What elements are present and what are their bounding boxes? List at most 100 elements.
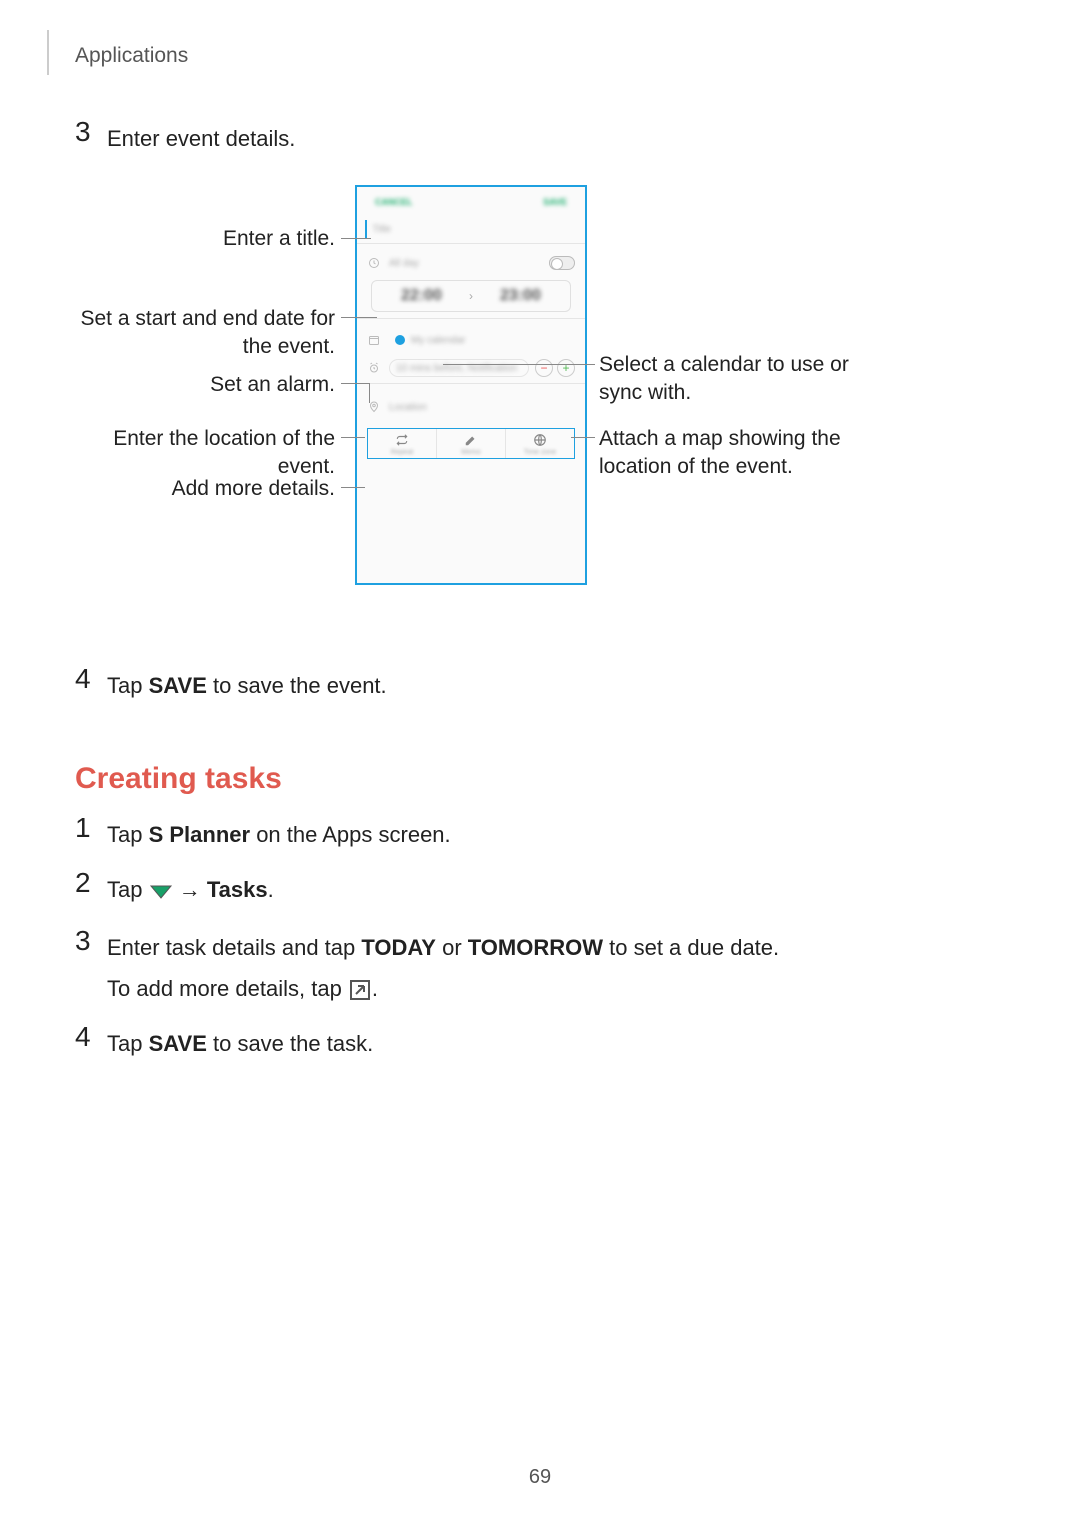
separator [357,243,585,244]
dropdown-triangle-icon [149,876,173,909]
title-placeholder: Title [373,224,392,235]
text: Tap [107,673,149,698]
leader-line [369,383,370,403]
repeat-icon [394,433,410,447]
calendar-name: My calendar [411,335,465,346]
time-range-row[interactable]: 22:00 › 23:00 [371,280,571,312]
calendar-row[interactable]: My calendar [357,327,585,353]
step-text: Enter event details. [107,118,295,155]
step-text: Enter task details and tap TODAY or TOMO… [107,927,779,964]
leader-line [341,238,371,239]
tasks-step-4: 4 Tap SAVE to save the task. [75,1023,1005,1060]
step-number: 3 [75,118,107,146]
text: . [268,877,274,902]
location-placeholder: Location [389,402,427,413]
callout-calendar: Select a calendar to use or sync with. [599,351,879,408]
tomorrow-bold: TOMORROW [468,935,603,960]
separator [357,318,585,319]
title-input-row[interactable]: Title [365,215,577,243]
add-alarm-button[interactable]: + [557,359,575,377]
step-text: Tap SAVE to save the event. [107,665,387,702]
leader-line [571,437,595,438]
callout-title: Enter a title. [75,225,335,253]
repeat-label: Repeat [391,447,414,456]
callout-location: Enter the location of the event. [75,425,335,482]
timezone-cell[interactable]: Time zone [506,429,574,458]
expand-details-icon [350,980,370,1000]
section-heading-creating-tasks: Creating tasks [75,762,1005,796]
leader-line [341,487,365,488]
calendar-color-dot [395,335,405,345]
page: Applications 3 Enter event details. CANC… [0,0,1080,1527]
callout-more: Add more details. [75,475,335,503]
repeat-cell[interactable]: Repeat [368,429,437,458]
cancel-button[interactable]: CANCEL [375,197,413,207]
step-number: 4 [75,1023,107,1051]
text: Tap [107,1031,149,1056]
today-bold: TODAY [361,935,436,960]
step-text: Tap S Planner on the Apps screen. [107,814,451,851]
step-number: 4 [75,665,107,693]
phone-screenshot: CANCEL SAVE Title All day 22:00 [355,185,587,585]
end-time[interactable]: 23:00 [477,287,564,305]
leader-line [341,437,365,438]
header-rule [47,30,49,75]
callout-dates: Set a start and end date for the event. [75,305,335,362]
memo-cell[interactable]: Memo [437,429,506,458]
text-cursor-icon [365,220,367,238]
start-time[interactable]: 22:00 [378,287,465,305]
globe-icon [533,433,547,447]
all-day-label: All day [389,258,419,269]
time-arrow-icon: › [465,289,477,303]
callout-map: Attach a map showing the location of the… [599,425,879,482]
step-3: 3 Enter event details. [75,118,1005,155]
clock-icon [367,256,381,270]
step-text: Tap SAVE to save the task. [107,1023,373,1060]
tasks-step-3-sub: To add more details, tap . [107,972,1005,1005]
page-body: 3 Enter event details. CANCEL SAVE Title [75,100,1005,1060]
text: to save the task. [207,1031,373,1056]
all-day-row[interactable]: All day [357,252,585,274]
separator [357,383,585,384]
step-number: 2 [75,869,107,897]
text: . [372,976,378,1001]
all-day-toggle[interactable] [549,256,575,270]
leader-line [341,317,377,318]
memo-icon [464,433,478,447]
text: to set a due date. [603,935,779,960]
step-4: 4 Tap SAVE to save the event. [75,665,1005,702]
text: on the Apps screen. [250,822,451,847]
step-number: 3 [75,927,107,955]
save-bold: SAVE [149,673,207,698]
save-bold: SAVE [149,1031,207,1056]
alarm-row[interactable]: 10 mins before, Notification − + [357,353,585,383]
more-details-row: Repeat Memo Time zone [367,428,575,459]
alarm-icon [367,361,381,375]
text: To add more details, tap [107,976,348,1001]
text: to save the event. [207,673,387,698]
remove-alarm-button[interactable]: − [535,359,553,377]
location-row[interactable]: Location [357,392,585,422]
event-diagram: CANCEL SAVE Title All day 22:00 [75,185,1005,625]
alarm-chip[interactable]: 10 mins before, Notification [389,359,529,377]
text: Enter task details and tap [107,935,361,960]
memo-label: Memo [461,447,480,456]
arrow-text: → [179,877,207,902]
s-planner-bold: S Planner [149,822,250,847]
page-number: 69 [0,1466,1080,1489]
tasks-step-3: 3 Enter task details and tap TODAY or TO… [75,927,1005,964]
timezone-label: Time zone [524,447,556,456]
calendar-icon [367,333,381,347]
section-header: Applications [75,44,188,68]
text: Tap [107,822,149,847]
text: Tap [107,877,149,902]
tasks-bold: Tasks [207,877,268,902]
save-button[interactable]: SAVE [543,197,567,207]
leader-line [443,364,595,365]
text: or [436,935,468,960]
callout-alarm: Set an alarm. [75,371,335,399]
step-number: 1 [75,814,107,842]
leader-line [341,383,369,384]
phone-top-buttons: CANCEL SAVE [357,187,585,215]
step-text: Tap → Tasks. [107,869,274,909]
